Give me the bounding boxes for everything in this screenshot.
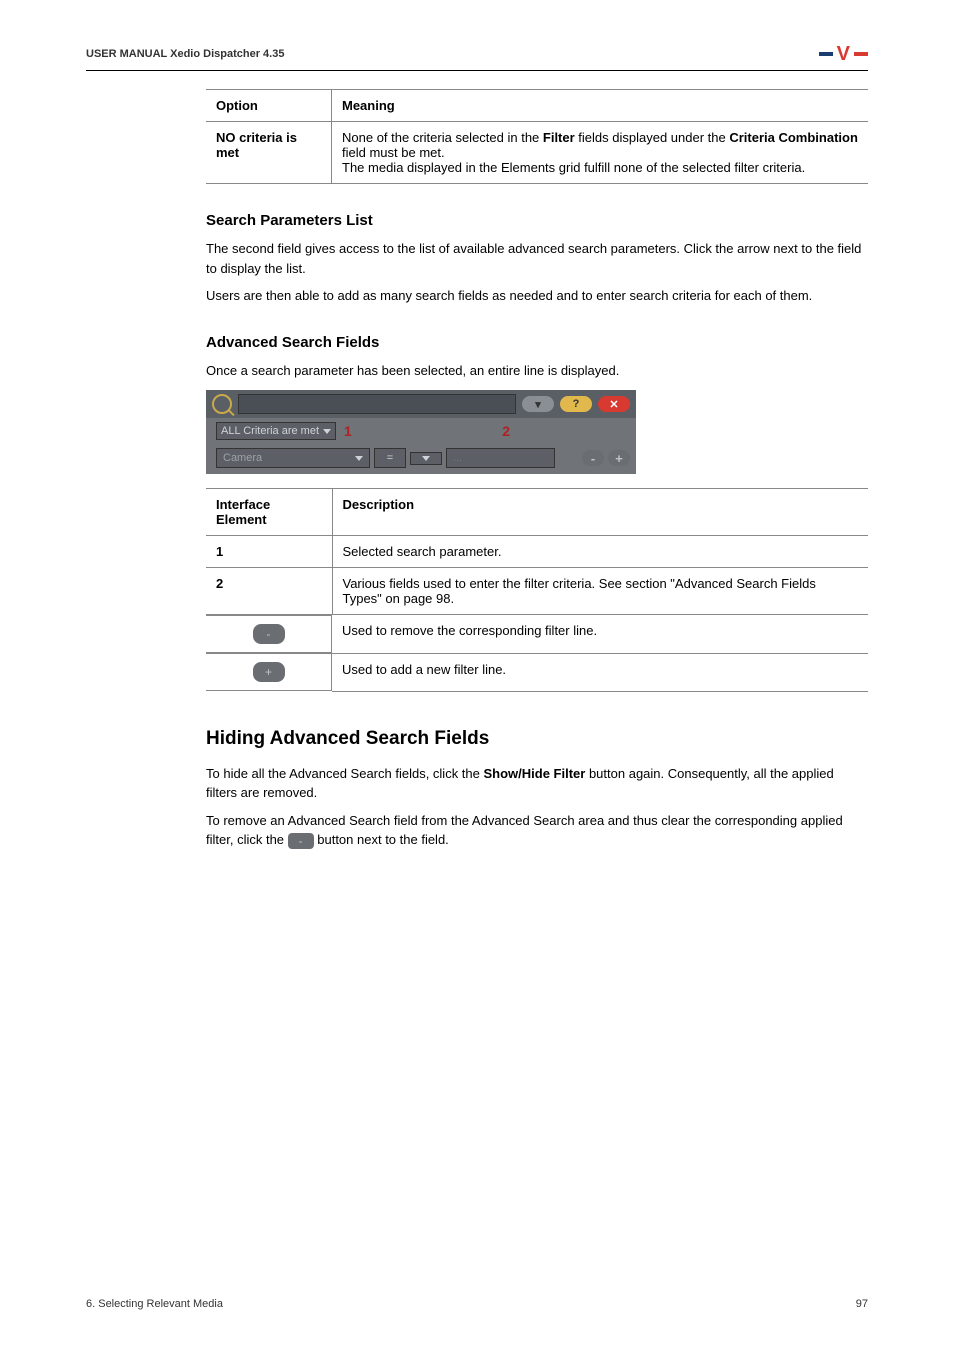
paragraph: Users are then able to add as many searc… xyxy=(206,286,868,306)
option-no-criteria: NO criteria is met xyxy=(216,130,297,160)
parameter-field[interactable]: Camera xyxy=(216,448,370,468)
help-pill-icon[interactable]: ? xyxy=(560,396,592,412)
text: None of the criteria selected in the xyxy=(342,130,543,145)
operator-field[interactable]: = xyxy=(374,448,406,468)
table-row: NO criteria is met None of the criteria … xyxy=(206,122,868,184)
col-interface-element: Interface Element xyxy=(206,489,332,536)
footer-section: 6. Selecting Relevant Media xyxy=(86,1298,223,1310)
table-row: - Used to remove the corresponding filte… xyxy=(206,615,868,654)
search-input[interactable] xyxy=(238,394,516,414)
advanced-search-screenshot: ▾ ? ✕ ALL Criteria are met 1 2 Camera = xyxy=(206,390,636,474)
dropdown-pill-icon[interactable]: ▾ xyxy=(522,396,554,412)
screenshot-criteria-row: ALL Criteria are met 1 2 xyxy=(206,418,636,444)
ie-cell: 2 xyxy=(206,568,332,615)
add-filter-button-icon: + xyxy=(253,662,285,682)
meaning-cell: None of the criteria selected in the Fil… xyxy=(332,122,869,184)
table-header-row: Interface Element Description xyxy=(206,489,868,536)
evs-logo: V xyxy=(819,44,868,64)
ie-1: 1 xyxy=(216,544,223,559)
text: The media displayed in the Elements grid… xyxy=(342,160,805,175)
option-cell: NO criteria is met xyxy=(206,122,332,184)
bold-criteria-combination: Criteria Combination xyxy=(729,130,858,145)
heading-advanced-search-fields: Advanced Search Fields xyxy=(206,334,868,351)
desc-cell: Various fields used to enter the filter … xyxy=(332,568,868,615)
parameter-name: Camera xyxy=(223,452,262,464)
logo-bar-right xyxy=(854,52,868,56)
table-row: 1 Selected search parameter. xyxy=(206,536,868,568)
col-option: Option xyxy=(206,90,332,122)
col-meaning: Meaning xyxy=(332,90,869,122)
footer-page-number: 97 xyxy=(856,1298,868,1310)
paragraph: The second field gives access to the lis… xyxy=(206,239,868,278)
callout-2: 2 xyxy=(502,423,510,439)
callout-1: 1 xyxy=(344,423,352,439)
screenshot-filter-row: Camera = ... - + xyxy=(206,444,636,474)
search-icon xyxy=(212,394,232,414)
paragraph: Once a search parameter has been selecte… xyxy=(206,361,868,381)
manual-title: USER MANUAL Xedio Dispatcher 4.35 xyxy=(86,48,284,60)
text: field must be met. xyxy=(342,145,445,160)
page-header: USER MANUAL Xedio Dispatcher 4.35 V xyxy=(86,44,868,71)
remove-filter-button-icon: - xyxy=(288,833,314,849)
logo-v: V xyxy=(837,44,850,64)
table-row: + Used to add a new filter line. xyxy=(206,653,868,691)
option-meaning-table: Option Meaning NO criteria is met None o… xyxy=(206,89,868,184)
text: button next to the field. xyxy=(314,832,449,847)
desc-cell: Used to add a new filter line. xyxy=(332,653,868,691)
text: To hide all the Advanced Search fields, … xyxy=(206,766,484,781)
chevron-down-icon xyxy=(422,456,430,461)
criteria-dropdown[interactable]: ALL Criteria are met xyxy=(216,422,336,440)
chevron-down-icon xyxy=(355,456,363,461)
value-field[interactable]: ... xyxy=(446,448,555,468)
ie-cell: 1 xyxy=(206,536,332,568)
interface-element-table: Interface Element Description 1 Selected… xyxy=(206,488,868,692)
page-footer: 6. Selecting Relevant Media 97 xyxy=(86,1298,868,1310)
col-description: Description xyxy=(332,489,868,536)
heading-hiding-advanced-search-fields: Hiding Advanced Search Fields xyxy=(206,728,868,750)
bold-show-hide-filter: Show/Hide Filter xyxy=(484,766,586,781)
close-pill-icon[interactable]: ✕ xyxy=(598,396,630,412)
text: fields displayed under the xyxy=(575,130,730,145)
paragraph: To remove an Advanced Search field from … xyxy=(206,811,868,850)
desc-cell: Used to remove the corresponding filter … xyxy=(332,615,868,654)
paragraph: To hide all the Advanced Search fields, … xyxy=(206,764,868,803)
ie-cell: - xyxy=(206,615,332,653)
ie-2: 2 xyxy=(216,576,223,591)
add-filter-button[interactable]: + xyxy=(608,450,630,466)
operator-dropdown[interactable] xyxy=(410,452,442,465)
heading-search-parameters-list: Search Parameters List xyxy=(206,212,868,229)
table-row: 2 Various fields used to enter the filte… xyxy=(206,568,868,615)
criteria-label: ALL Criteria are met xyxy=(221,425,319,437)
desc-cell: Selected search parameter. xyxy=(332,536,868,568)
remove-filter-button-icon: - xyxy=(253,624,285,644)
table-header-row: Option Meaning xyxy=(206,90,868,122)
screenshot-top-bar: ▾ ? ✕ xyxy=(206,390,636,418)
bold-filter: Filter xyxy=(543,130,575,145)
ie-cell: + xyxy=(206,653,332,691)
chevron-down-icon xyxy=(323,429,331,434)
remove-filter-button[interactable]: - xyxy=(582,450,604,466)
logo-bar-left xyxy=(819,52,833,56)
